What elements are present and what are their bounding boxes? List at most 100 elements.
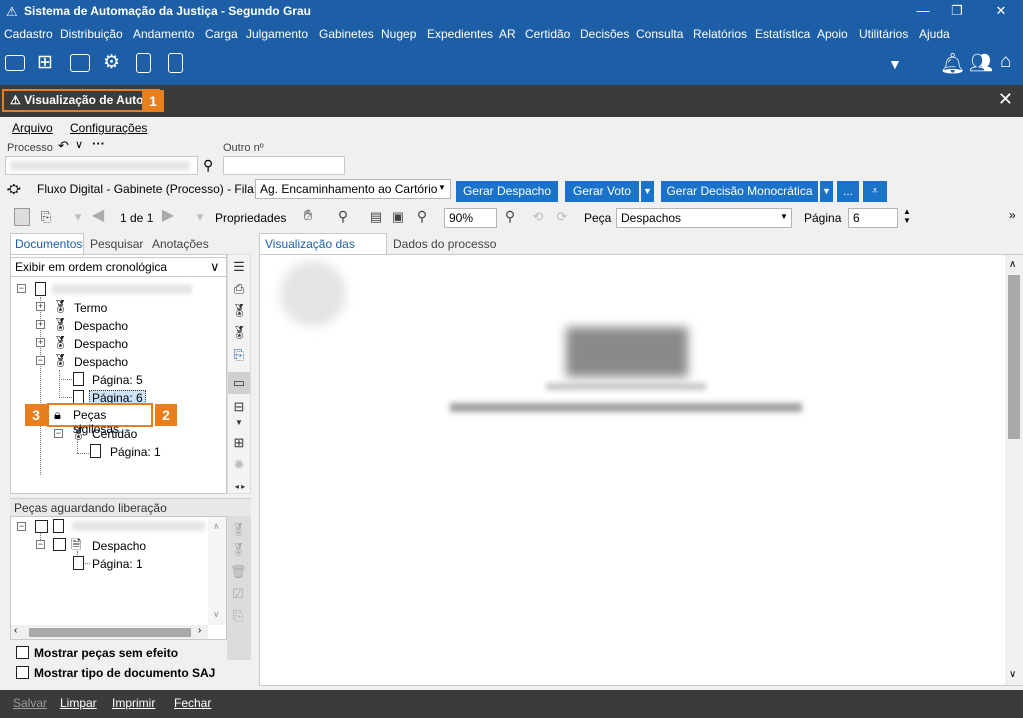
menu-utilitarios[interactable]: Utilitários	[859, 27, 908, 41]
scroll-right-arrow[interactable]: ›	[198, 625, 201, 636]
hscroll-thumb[interactable]	[29, 628, 191, 637]
expand-termo-icon[interactable]: +	[36, 302, 45, 311]
scroll-up-arrow[interactable]: ∧	[1009, 259, 1016, 270]
tree-item-despacho-1[interactable]: Despacho	[74, 319, 128, 333]
menu-nugep[interactable]: Nugep	[381, 27, 416, 41]
pecas-sigilosas-item[interactable]: 🔒︎ Peças sigilosas	[47, 403, 153, 436]
fit-page-icon[interactable]: ▣	[390, 209, 406, 225]
tab-pesquisar[interactable]: Pesquisar	[90, 237, 143, 251]
aguardando-despacho-checkbox[interactable]	[53, 538, 66, 551]
printer-icon[interactable]: ⎙	[231, 281, 247, 297]
tipo-doc-checkbox[interactable]	[16, 666, 29, 679]
menu-cadastro[interactable]: Cadastro	[4, 27, 53, 41]
next-page-icon[interactable]: ▶	[160, 208, 176, 224]
menu-relatorios[interactable]: Relatórios	[693, 27, 747, 41]
approve-icon[interactable]: ☑	[230, 586, 246, 602]
seal-remove-icon[interactable]: 🏅︎	[230, 542, 247, 558]
rotate-left-icon[interactable]: ⟲	[530, 209, 546, 225]
gerar-voto-dropdown[interactable]: ▼	[641, 181, 654, 202]
tab-visualizacao-autos[interactable]: ⚠ Visualização de Autos	[2, 89, 161, 112]
menu-apoio[interactable]: Apoio	[817, 27, 848, 41]
user-settings-icon[interactable]: ⚙	[103, 51, 120, 74]
add-icon[interactable]: ⊞	[231, 435, 247, 451]
single-page-icon[interactable]	[14, 208, 30, 226]
menu-gabinetes[interactable]: Gabinetes	[319, 27, 374, 41]
printer-icon[interactable]	[5, 55, 25, 71]
imprimir-button[interactable]: Imprimir	[112, 696, 155, 710]
zoom-out-icon[interactable]: ⚲	[414, 208, 430, 224]
propriedades-button[interactable]: Propriedades	[215, 211, 286, 225]
tree-item-certidao[interactable]: Certidão	[92, 427, 137, 441]
copy-icon[interactable]: ⎘	[230, 608, 246, 624]
dropdown-arrow-icon[interactable]: ▼	[888, 56, 902, 72]
menu-expedientes[interactable]: Expedientes	[427, 27, 493, 41]
rotate-right-icon[interactable]: ⟳	[554, 209, 570, 225]
more-icon[interactable]: ···	[92, 136, 105, 151]
gerar-decisao-button[interactable]: Gerar Decisão Monocrática	[661, 181, 818, 202]
users-icon[interactable]: 👥︎	[969, 51, 993, 75]
seal-search-icon[interactable]: 🏅︎	[231, 303, 248, 319]
menu-arquivo[interactable]: Arquivo	[12, 121, 53, 135]
first-page-icon[interactable]: ▾	[70, 209, 86, 225]
close-tab-icon[interactable]: ✕	[998, 89, 1013, 110]
expand-despacho1-icon[interactable]: +	[36, 320, 45, 329]
maximize-button[interactable]: ❐	[937, 0, 977, 23]
collapse-certidao-icon[interactable]: −	[54, 429, 63, 438]
search-icon[interactable]: ⚲	[203, 157, 213, 174]
trash-icon[interactable]: 🗑︎	[230, 564, 247, 580]
scroll-arrows-icon[interactable]: ◂ ▸	[228, 479, 252, 495]
document-viewer[interactable]: ∧ ∨	[259, 254, 1023, 686]
tree-item-despacho-3[interactable]: Despacho	[74, 355, 128, 369]
pagina-spinner-icon[interactable]: ▲ ▼	[903, 207, 911, 225]
menu-distribuicao[interactable]: Distribuição	[60, 27, 123, 41]
prev-page-icon[interactable]: ◀	[90, 208, 106, 224]
aguardando-pagina-1[interactable]: Página: 1	[92, 557, 143, 571]
expand-despacho2-icon[interactable]: +	[36, 338, 45, 347]
menu-certidao[interactable]: Certidão	[525, 27, 570, 41]
viewer-vscroll[interactable]: ∧ ∨	[1005, 255, 1023, 685]
fila-select[interactable]: Ag. Encaminhamento ao Cartório	[255, 179, 451, 199]
collapse-aguardando-despacho-icon[interactable]: −	[36, 540, 45, 549]
document-r-icon[interactable]	[168, 53, 183, 73]
tree-item-pagina-1[interactable]: Página: 1	[110, 445, 161, 459]
salvar-button[interactable]: Salvar	[13, 696, 47, 710]
filter-list-icon[interactable]: ☰	[231, 259, 247, 275]
collapse-aguardando-root-icon[interactable]: −	[17, 522, 26, 531]
menu-carga[interactable]: Carga	[205, 27, 238, 41]
copy-icon[interactable]: ⎘	[231, 347, 247, 363]
last-page-icon[interactable]: ▾	[192, 209, 208, 225]
chevron-down-icon[interactable]: ∨	[75, 138, 83, 151]
seal-icon[interactable]: 🏅︎	[230, 522, 247, 538]
limpar-button[interactable]: Limpar	[60, 696, 97, 710]
close-window-button[interactable]: ✕	[981, 0, 1021, 23]
tree-structure-icon[interactable]: ⊟	[231, 399, 247, 415]
fit-width-icon[interactable]: ▤	[368, 209, 384, 225]
collapse-button[interactable]: ⩡	[863, 181, 887, 202]
order-select[interactable]: Exibir em ordem cronológica	[10, 257, 227, 277]
undo-icon[interactable]: ↶	[58, 138, 69, 154]
collapse-root-icon[interactable]: −	[17, 284, 26, 293]
more-actions-button[interactable]: ...	[837, 181, 859, 202]
tab-visualizacao-pecas[interactable]: Visualização das peças	[259, 233, 387, 265]
outro-numero-input[interactable]	[223, 156, 345, 175]
gerar-despacho-button[interactable]: Gerar Despacho	[456, 181, 558, 202]
tab-documentos[interactable]: Documentos	[10, 233, 84, 254]
aguardando-root-checkbox[interactable]	[35, 520, 48, 533]
page-view-icon[interactable]: ⎘	[38, 209, 54, 225]
tab-anotacoes[interactable]: Anotações	[152, 237, 209, 251]
menu-consulta[interactable]: Consulta	[636, 27, 683, 41]
gerar-voto-button[interactable]: Gerar Voto	[565, 181, 639, 202]
scroll-up-arrow[interactable]: ∧	[213, 521, 220, 532]
hand-tool-icon[interactable]: ✋︎	[300, 208, 316, 224]
menu-decisoes[interactable]: Decisões	[580, 27, 629, 41]
bell-icon[interactable]: 🔔︎	[940, 51, 965, 76]
menu-andamento[interactable]: Andamento	[133, 27, 194, 41]
sem-efeito-checkbox[interactable]	[16, 646, 29, 659]
aguardando-despacho[interactable]: Despacho	[92, 539, 146, 553]
menu-configuracoes[interactable]: Configurações	[70, 121, 147, 135]
zoom-select[interactable]: 90%	[444, 208, 497, 228]
tree-item-termo[interactable]: Termo	[74, 301, 107, 315]
tree-item-despacho-2[interactable]: Despacho	[74, 337, 128, 351]
scroll-left-arrow[interactable]: ‹	[14, 625, 17, 636]
menu-ar[interactable]: AR	[499, 27, 516, 41]
